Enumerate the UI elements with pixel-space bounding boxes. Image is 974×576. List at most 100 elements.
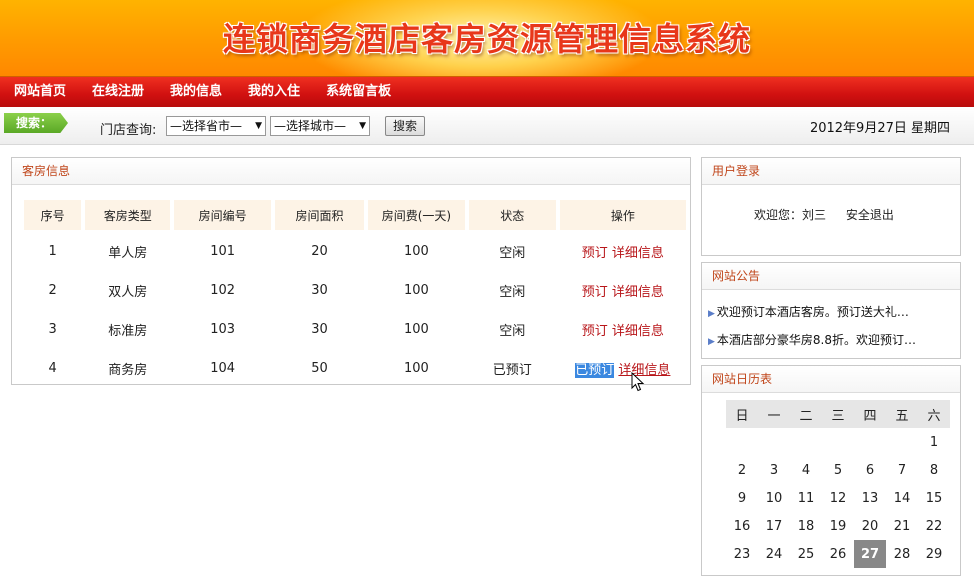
calendar-week: 23 24 25 26 27 28 29 [726, 540, 950, 568]
notice-item[interactable]: ▶ 本酒店部分豪华房8.8折。欢迎预订… [708, 331, 916, 348]
store-query-label: 门店查询: [100, 123, 157, 138]
calendar-day[interactable]: 9 [726, 484, 758, 512]
book-link[interactable]: 预订 [582, 246, 608, 261]
calendar-day[interactable]: 19 [822, 512, 854, 540]
cell-type: 商务房 [108, 363, 148, 378]
calendar-week: 9 10 11 12 13 14 15 [726, 484, 950, 512]
notice-item[interactable]: ▶ 欢迎预订本酒店客房。预订送大礼… [708, 303, 909, 320]
detail-link[interactable]: 详细信息 [612, 285, 664, 300]
nav-register[interactable]: 在线注册 [78, 77, 156, 107]
bullet-arrow-icon: ▶ [708, 337, 715, 347]
calendar-day [758, 428, 790, 456]
current-date: 2012年9月27日 星期四 [809, 121, 950, 136]
calendar-weekday: 五 [886, 400, 918, 428]
province-select-value: —选择省市— [170, 119, 243, 133]
calendar-day[interactable]: 21 [886, 512, 918, 540]
cell-status: 空闲 [499, 246, 526, 261]
cell-area: 50 [311, 361, 328, 376]
nav-my-info[interactable]: 我的信息 [156, 77, 234, 107]
calendar-day[interactable]: 25 [790, 540, 822, 568]
calendar-day[interactable]: 7 [886, 456, 918, 484]
cell-type: 单人房 [108, 246, 148, 261]
calendar-day [854, 428, 886, 456]
nav-message-board[interactable]: 系统留言板 [312, 77, 403, 107]
col-action: 操作 [559, 200, 686, 230]
booked-link[interactable]: 已预订 [575, 363, 615, 378]
calendar-day[interactable]: 28 [886, 540, 918, 568]
mouse-cursor-icon [631, 372, 645, 392]
col-status: 状态 [468, 200, 556, 230]
cell-no: 4 [48, 361, 57, 376]
calendar-day [726, 428, 758, 456]
calendar-day[interactable]: 13 [854, 484, 886, 512]
room-info-title: 客房信息 [12, 158, 690, 185]
calendar-day[interactable]: 14 [886, 484, 918, 512]
cell-no: 1 [48, 244, 57, 259]
col-type: 客房类型 [85, 200, 171, 230]
header-banner: 连锁商务酒店客房资源管理信息系统 [0, 0, 974, 77]
logout-link[interactable]: 安全退出 [846, 208, 894, 222]
main-nav: 网站首页 在线注册 我的信息 我的入住 系统留言板 [0, 77, 974, 107]
calendar-day[interactable]: 24 [758, 540, 790, 568]
site-title: 连锁商务酒店客房资源管理信息系统 [222, 20, 751, 58]
calendar-day[interactable]: 17 [758, 512, 790, 540]
cell-room: 104 [210, 361, 236, 376]
calendar-day[interactable]: 5 [822, 456, 854, 484]
calendar-day[interactable]: 3 [758, 456, 790, 484]
book-link[interactable]: 预订 [582, 324, 608, 339]
table-row: 1 单人房 101 20 100 空闲 预订 详细信息 [24, 234, 686, 269]
calendar-day[interactable]: 29 [918, 540, 950, 568]
user-login-panel: 用户登录 欢迎您：刘三 安全退出 [701, 157, 961, 256]
calendar-weekday: 一 [758, 400, 790, 428]
welcome-text: 欢迎您：刘三 [754, 208, 827, 222]
calendar-day[interactable]: 23 [726, 540, 758, 568]
cell-action: 已预订 详细信息 [560, 351, 686, 386]
calendar-day [886, 428, 918, 456]
nav-home[interactable]: 网站首页 [0, 77, 78, 107]
cell-type: 双人房 [108, 285, 148, 300]
city-select-value: —选择城市— [274, 119, 347, 133]
calendar-week: 16 17 18 19 20 21 22 [726, 512, 950, 540]
calendar-title: 网站日历表 [702, 366, 960, 393]
calendar-day[interactable]: 15 [918, 484, 950, 512]
user-login-title: 用户登录 [702, 158, 960, 185]
cell-status: 空闲 [499, 324, 526, 339]
calendar-panel: 网站日历表 日一二三四五六 1 2 3 4 5 6 7 8 9 10 11 12 13 14 15 16 17 1… [701, 365, 961, 576]
cell-room: 101 [210, 244, 236, 259]
calendar-day[interactable]: 1 [918, 428, 950, 456]
calendar-week: 1 [726, 428, 950, 456]
cell-room: 103 [210, 322, 236, 337]
calendar-day[interactable]: 18 [790, 512, 822, 540]
search-button[interactable]: 搜索 [385, 116, 425, 136]
calendar-day[interactable]: 8 [918, 456, 950, 484]
detail-link[interactable]: 详细信息 [612, 324, 664, 339]
room-table: 序号 客房类型 房间编号 房间面积 房间费(一天) 状态 操作 1 单人房 10… [20, 196, 690, 390]
calendar-day[interactable]: 6 [854, 456, 886, 484]
detail-link[interactable]: 详细信息 [612, 246, 664, 261]
calendar-day[interactable]: 16 [726, 512, 758, 540]
cell-no: 3 [48, 322, 57, 337]
cell-action: 预订 详细信息 [560, 273, 686, 308]
room-info-panel: 客房信息 序号 客房类型 房间编号 房间面积 房间费(一天) 状态 操作 1 单… [11, 157, 691, 385]
calendar-day[interactable]: 10 [758, 484, 790, 512]
cell-area: 20 [311, 244, 328, 259]
col-fee: 房间费(一天) [367, 200, 465, 230]
calendar-day [790, 428, 822, 456]
calendar-today[interactable]: 27 [854, 540, 886, 568]
cell-no: 2 [48, 283, 57, 298]
calendar-day[interactable]: 11 [790, 484, 822, 512]
city-select[interactable]: —选择城市— ▼ [270, 116, 370, 136]
calendar-day [822, 428, 854, 456]
province-select[interactable]: —选择省市— ▼ [166, 116, 266, 136]
nav-my-checkin[interactable]: 我的入住 [234, 77, 312, 107]
calendar-day[interactable]: 26 [822, 540, 854, 568]
book-link[interactable]: 预订 [582, 285, 608, 300]
calendar-day[interactable]: 22 [918, 512, 950, 540]
calendar-day[interactable]: 4 [790, 456, 822, 484]
notice-panel: 网站公告 ▶ 欢迎预订本酒店客房。预订送大礼… ▶ 本酒店部分豪华房8.8折。欢迎预… [701, 262, 961, 359]
search-bar: 搜索： 门店查询: —选择省市— ▼ —选择城市— ▼ 搜索 2012年9月27… [0, 108, 974, 145]
calendar-day[interactable]: 12 [822, 484, 854, 512]
calendar-day[interactable]: 20 [854, 512, 886, 540]
calendar-day[interactable]: 2 [726, 456, 758, 484]
cell-type: 标准房 [108, 324, 148, 339]
